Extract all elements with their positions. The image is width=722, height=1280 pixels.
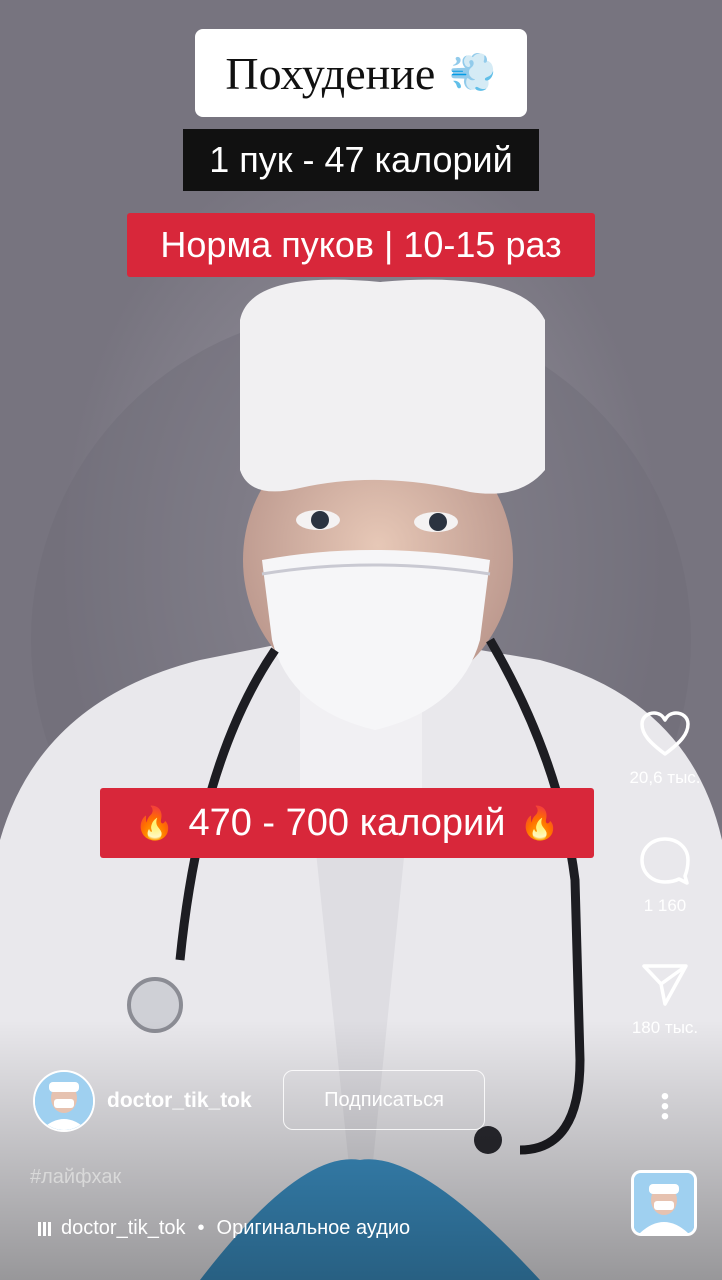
caption-line-3-text: 470 - 700 калорий bbox=[188, 801, 506, 844]
caption-title-text: Похудение bbox=[225, 47, 436, 99]
audio-info[interactable]: doctor_tik_tok • Оригинальное аудио bbox=[38, 1217, 410, 1240]
send-icon[interactable] bbox=[641, 962, 689, 1008]
comment-count: 1 160 bbox=[643, 896, 687, 915]
comment-action[interactable]: 1 160 bbox=[615, 836, 715, 916]
more-options-icon[interactable]: • • • bbox=[655, 1085, 675, 1129]
heart-icon[interactable] bbox=[639, 710, 691, 758]
follow-button-label: Подписаться bbox=[324, 1088, 444, 1111]
follow-button[interactable]: Подписаться bbox=[283, 1070, 485, 1130]
audio-track: Оригинальное аудио bbox=[216, 1217, 411, 1239]
like-count: 20,6 тыс. bbox=[629, 768, 701, 787]
audio-separator: • bbox=[197, 1217, 205, 1239]
audio-thumbnail-image bbox=[634, 1173, 694, 1233]
audio-artist: doctor_tik_tok bbox=[61, 1217, 186, 1239]
author-username[interactable]: doctor_tik_tok bbox=[107, 1089, 252, 1113]
caption-line-2: Норма пуков | 10-15 раз bbox=[127, 213, 595, 277]
audio-bars-icon bbox=[38, 1221, 51, 1236]
hashtag-link[interactable]: #лайфхак bbox=[30, 1166, 121, 1189]
avatar-image bbox=[35, 1072, 93, 1130]
share-count: 180 тыс. bbox=[631, 1018, 699, 1037]
caption-line-3: 🔥 470 - 700 калорий 🔥 bbox=[100, 788, 594, 858]
caption-line-1-text: 1 пук - 47 калорий bbox=[209, 139, 513, 180]
audio-thumbnail[interactable] bbox=[631, 1170, 697, 1236]
fire-icon: 🔥 bbox=[134, 805, 175, 841]
fire-icon: 🔥 bbox=[519, 805, 560, 841]
caption-title: Похудение 💨 bbox=[195, 29, 527, 117]
dash-symbol-icon: 💨 bbox=[449, 52, 497, 94]
avatar[interactable] bbox=[33, 1070, 95, 1132]
caption-line-2-text: Норма пуков | 10-15 раз bbox=[160, 224, 562, 265]
caption-line-1: 1 пук - 47 калорий bbox=[183, 129, 539, 191]
comment-icon[interactable] bbox=[639, 836, 691, 886]
share-action[interactable]: 180 тыс. bbox=[615, 962, 715, 1038]
like-action[interactable]: 20,6 тыс. bbox=[615, 710, 715, 788]
